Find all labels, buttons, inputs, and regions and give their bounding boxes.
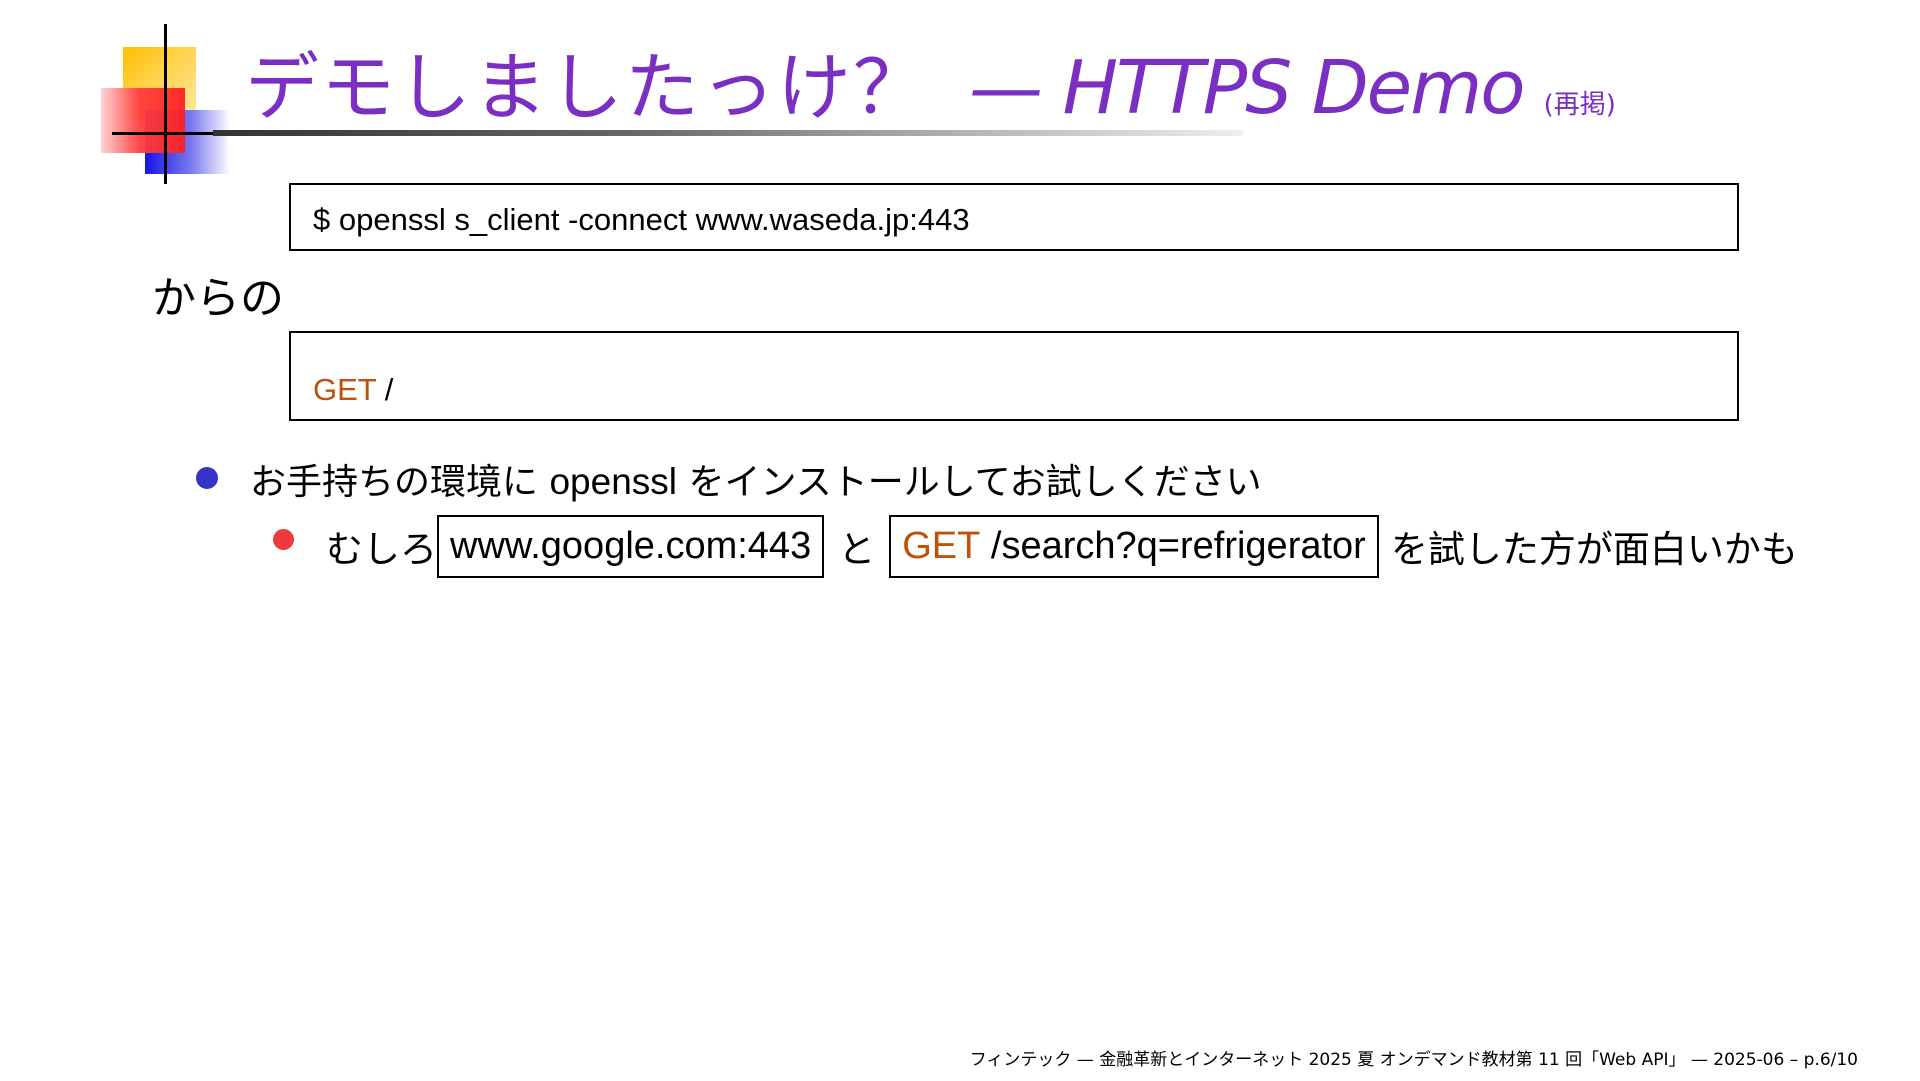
kara-label: からの	[152, 273, 284, 324]
bullet-text-after: をインストールしてお試しください	[688, 462, 1262, 503]
bullet-item: お手持ちの環境に openssl をインストールしてお試しください	[250, 453, 1262, 505]
bullet-dot	[196, 467, 218, 489]
sub-bullet-suffix: を試した方が面白いかも	[1390, 528, 1798, 571]
host-box: www.google.com:443	[437, 514, 825, 578]
request-box: GET /	[289, 331, 1739, 421]
logo-red-square	[101, 88, 185, 153]
command-line: $ openssl s_client -connect www.waseda.j…	[313, 202, 970, 238]
bullet-text-before: お手持ちの環境に	[250, 462, 539, 503]
search-request-method: GET	[902, 524, 981, 567]
title-note: (再掲)	[1543, 90, 1616, 120]
title-english: — HTTPS Demo	[969, 45, 1526, 131]
sub-bullet-dot	[273, 529, 294, 550]
request-path: /	[384, 372, 394, 407]
request-line: GET /	[313, 372, 393, 408]
command-box: $ openssl s_client -connect www.waseda.j…	[289, 183, 1739, 251]
sub-bullet-connector: と	[838, 528, 876, 571]
sub-bullet-item: むしろ www.google.com:443 と GET /search?q=r…	[326, 514, 1798, 578]
logo-vertical-line	[164, 24, 167, 184]
command-text: openssl s_client -connect www.waseda.jp:…	[338, 202, 970, 237]
bullet-text-openssl: openssl	[549, 461, 677, 502]
command-prompt: $	[313, 202, 331, 237]
title-japanese: デモしましたっけ？	[245, 45, 929, 131]
sub-bullet-prefix: むしろ	[326, 528, 437, 571]
host-text: www.google.com:443	[450, 524, 812, 567]
slide-title: デモしましたっけ？ — HTTPS Demo (再掲)	[245, 28, 1616, 131]
search-request-box: GET /search?q=refrigerator	[889, 514, 1379, 578]
search-request-path: /search?q=refrigerator	[990, 524, 1366, 567]
slide-footer: フィンテック — 金融革新とインターネット 2025 夏 オンデマンド教材第 1…	[969, 1050, 1858, 1070]
request-method: GET	[313, 372, 377, 407]
logo-horizontal-line	[112, 132, 229, 135]
